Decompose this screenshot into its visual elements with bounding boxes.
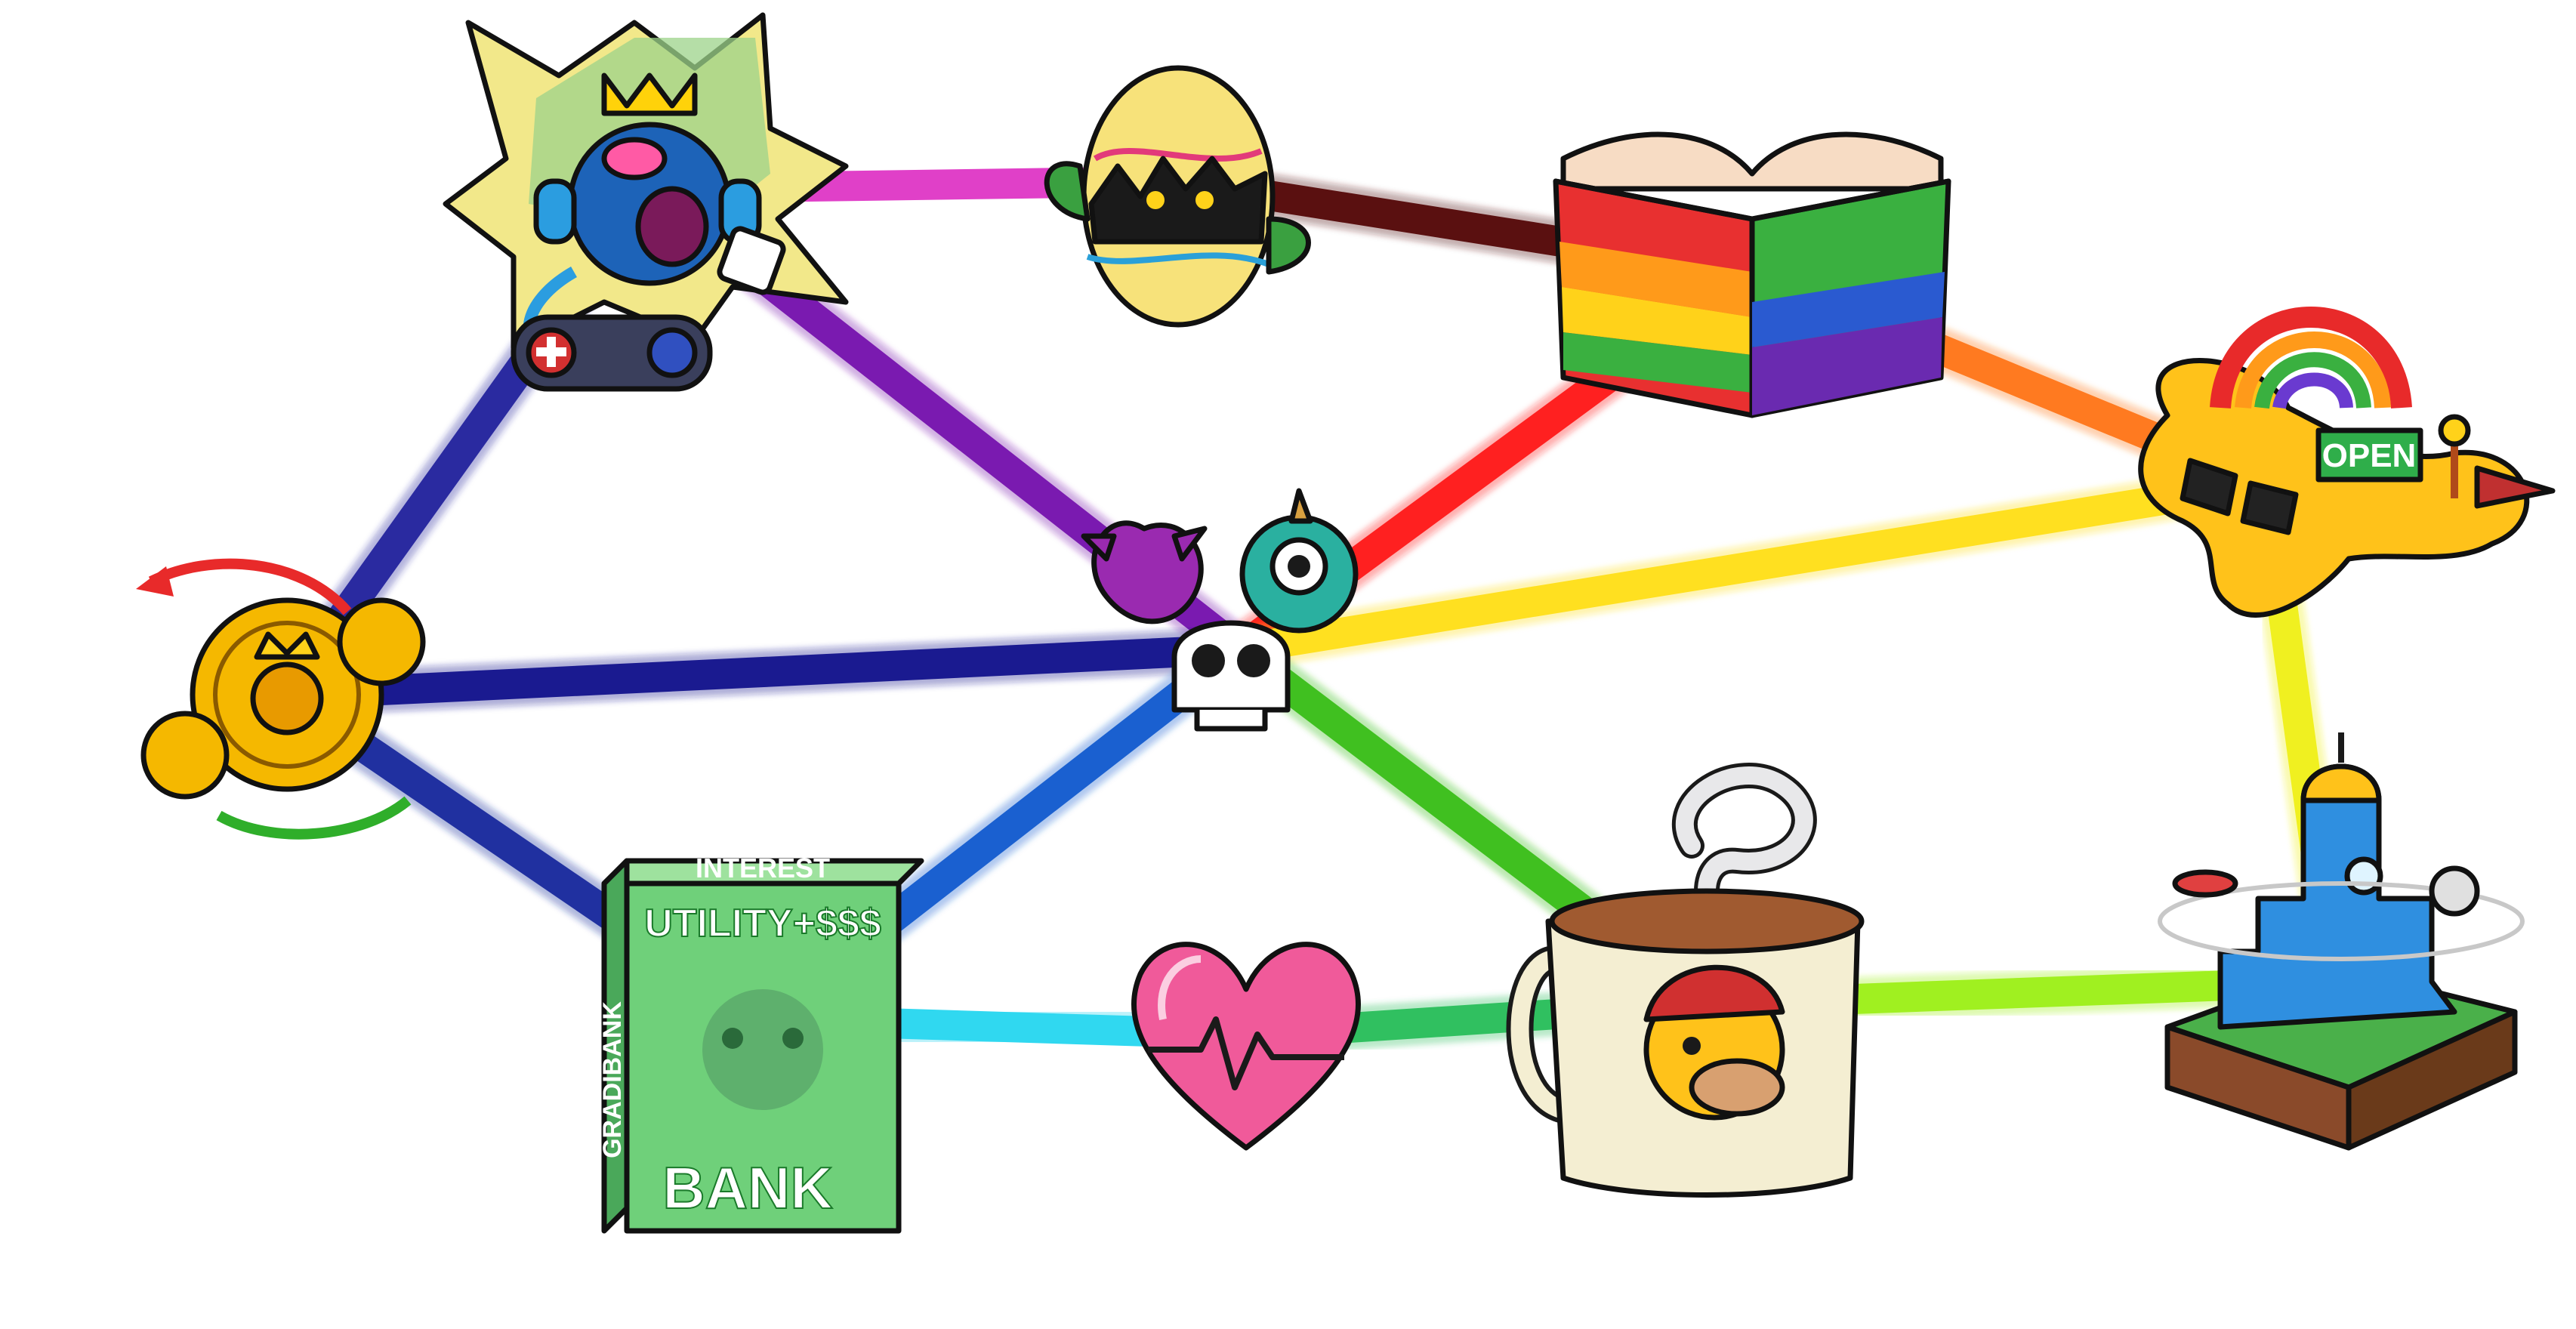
- network-diagram: OPEN INTEREST UTILITY+$$$ GRADIBANK BANK: [136, 12, 2556, 1234]
- node-book[interactable]: [1553, 131, 1951, 418]
- connection-shop-monsters: [1223, 468, 2281, 664]
- bank-bottom-text: BANK: [662, 1155, 832, 1221]
- heartbeat-heart-icon: [1131, 942, 1361, 1151]
- cracked-egg-icon: [1044, 65, 1311, 328]
- open-sign-text: OPEN: [2322, 437, 2417, 474]
- royal-coins-icon: [136, 558, 426, 840]
- gradibank-box-icon: INTEREST UTILITY+$$$ GRADIBANK BANK: [598, 853, 924, 1234]
- arcade-gamepad-icon: [443, 12, 849, 392]
- node-heart[interactable]: [1131, 942, 1361, 1151]
- rainbow-book-icon: [1553, 131, 1951, 418]
- node-bank[interactable]: INTEREST UTILITY+$$$ GRADIBANK BANK: [598, 853, 924, 1234]
- node-mug[interactable]: [1506, 763, 1865, 1198]
- platypus-coffee-mug-icon: [1506, 763, 1865, 1198]
- node-castle[interactable]: [2158, 732, 2525, 1151]
- bank-top-text: INTEREST: [696, 853, 830, 883]
- space-castle-icon: [2158, 732, 2525, 1151]
- bank-side-text: GRADIBANK: [598, 1001, 627, 1158]
- bank-front-text: UTILITY+$$$: [644, 902, 881, 945]
- rainbow-shop-blob-icon: OPEN: [2138, 307, 2556, 618]
- node-coins[interactable]: [136, 558, 426, 840]
- node-arcade[interactable]: [443, 12, 849, 392]
- node-shop[interactable]: OPEN: [2138, 307, 2556, 618]
- node-egg[interactable]: [1044, 65, 1311, 328]
